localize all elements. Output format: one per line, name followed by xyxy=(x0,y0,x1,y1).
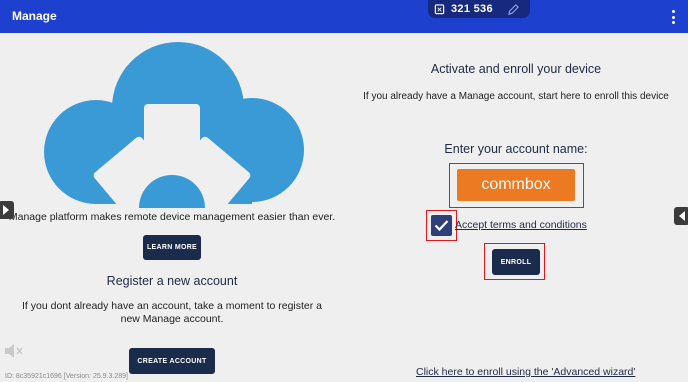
device-link-icon xyxy=(434,3,445,14)
account-name-input[interactable]: commbox xyxy=(457,169,575,201)
left-edge-arrow-icon[interactable] xyxy=(0,201,14,219)
register-description: If you dont already have an account, tak… xyxy=(22,300,323,325)
app-bar: Manage xyxy=(0,0,688,33)
register-title: Register a new account xyxy=(106,274,238,288)
tagline: Manage platform makes remote device mana… xyxy=(8,211,336,223)
checkmark-icon xyxy=(434,220,449,232)
right-edge-arrow-icon[interactable] xyxy=(674,207,688,225)
create-account-button[interactable]: CREATE ACCOUNT xyxy=(129,348,215,374)
enroll-button[interactable]: ENROLL xyxy=(492,249,540,275)
speaker-muted-icon[interactable] xyxy=(4,343,24,359)
learn-more-button[interactable]: LEARN MORE xyxy=(143,235,201,260)
advanced-wizard-link[interactable]: Click here to enroll using the 'Advanced… xyxy=(416,366,635,378)
activate-description: If you already have a Manage account, st… xyxy=(363,91,669,102)
device-id-pill[interactable]: 321 536 xyxy=(428,0,530,18)
device-id-number: 321 536 xyxy=(451,3,493,15)
account-name-label: Enter your account name: xyxy=(444,142,588,156)
edit-pencil-icon[interactable] xyxy=(507,3,520,16)
activate-title: Activate and enroll your device xyxy=(430,62,602,76)
more-vert-icon[interactable] xyxy=(668,9,678,25)
app-title: Manage xyxy=(12,9,57,23)
cloud-gear-icon xyxy=(44,42,304,208)
terms-checkbox[interactable] xyxy=(431,215,452,236)
version-id-text: ID: 8c35921c1696 [Version: 25.9.3.289] xyxy=(5,373,128,380)
terms-link[interactable]: Accept terms and conditions xyxy=(455,219,587,231)
